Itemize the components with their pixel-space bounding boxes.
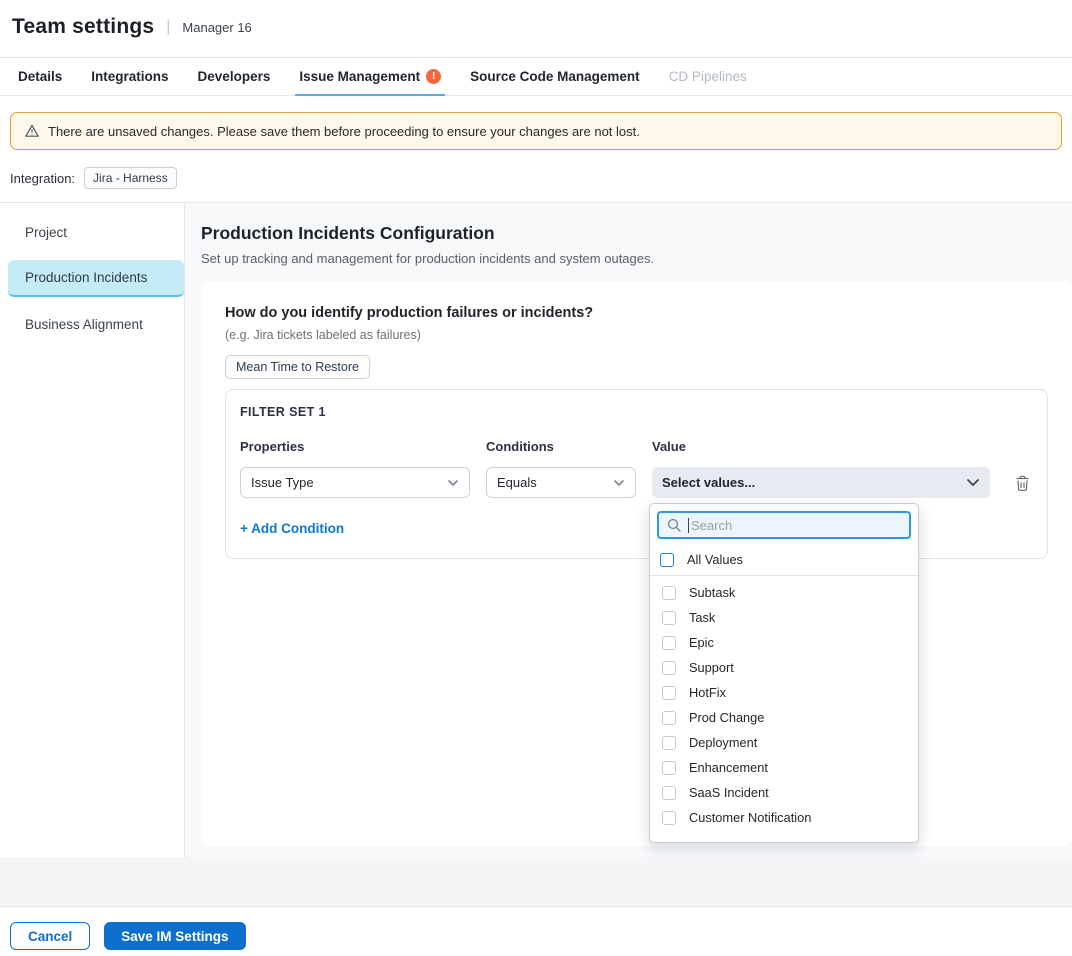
question-heading: How do you identify production failures … [225, 305, 1048, 321]
chevron-down-icon [966, 478, 980, 487]
banner-text: There are unsaved changes. Please save t… [48, 124, 640, 139]
checkbox[interactable] [662, 686, 676, 700]
filter-columns-header: Properties Conditions Value [240, 439, 1033, 454]
checkbox[interactable] [662, 786, 676, 800]
question-hint: (e.g. Jira tickets labeled as failures) [225, 328, 1048, 342]
section-subtitle: Set up tracking and management for produ… [201, 251, 1072, 266]
footer-spacer-band [0, 858, 1072, 907]
value-column-label: Value [652, 439, 990, 454]
add-condition-button[interactable]: + Add Condition [240, 521, 344, 536]
checkbox[interactable] [662, 636, 676, 650]
save-im-settings-button[interactable]: Save IM Settings [104, 922, 245, 950]
option-all-values[interactable]: All Values [650, 546, 918, 573]
dropdown-search[interactable] [657, 511, 911, 539]
properties-column-label: Properties [240, 439, 470, 454]
checkbox[interactable] [662, 811, 676, 825]
search-icon [667, 518, 681, 532]
chevron-down-icon [613, 479, 625, 487]
option-deployment[interactable]: Deployment [650, 730, 918, 755]
search-input[interactable] [691, 518, 891, 533]
option-saas-incident[interactable]: SaaS Incident [650, 780, 918, 805]
settings-sidebar: Project Production Incidents Business Al… [0, 203, 185, 858]
option-customer-notification[interactable]: Customer Notification [650, 805, 918, 830]
filter-set-card: FILTER SET 1 Properties Conditions Value… [225, 389, 1048, 559]
unsaved-changes-badge-icon: ! [426, 69, 441, 84]
condition-select[interactable]: Equals [486, 467, 636, 498]
text-caret [688, 518, 689, 533]
footer-actions: Cancel Save IM Settings [0, 907, 1072, 956]
filter-row: Issue Type Equals Select values... [240, 467, 1033, 498]
value-multiselect[interactable]: Select values... [652, 467, 990, 498]
filter-set-title: FILTER SET 1 [240, 405, 1033, 419]
option-subtask[interactable]: Subtask [650, 580, 918, 605]
option-prod-change[interactable]: Prod Change [650, 705, 918, 730]
incidents-config-card: How do you identify production failures … [201, 281, 1072, 846]
chevron-down-icon [447, 479, 459, 487]
main-panel: Production Incidents Configuration Set u… [185, 203, 1072, 858]
option-epic[interactable]: Epic [650, 630, 918, 655]
property-select[interactable]: Issue Type [240, 467, 470, 498]
value-dropdown-panel: All Values Subtask Task [649, 503, 919, 843]
tab-developers[interactable]: Developers [198, 58, 271, 95]
tab-cd-pipelines: CD Pipelines [669, 58, 747, 95]
title-divider: | [166, 18, 170, 36]
page-header: Team settings | Manager 16 [0, 0, 1072, 57]
team-name: Manager 16 [182, 20, 251, 35]
sidebar-item-production-incidents[interactable]: Production Incidents [8, 260, 184, 297]
tab-source-code-management[interactable]: Source Code Management [470, 58, 640, 95]
sidebar-item-business-alignment[interactable]: Business Alignment [0, 307, 184, 342]
conditions-column-label: Conditions [486, 439, 636, 454]
tab-integrations[interactable]: Integrations [91, 58, 168, 95]
integration-label: Integration: [10, 171, 75, 186]
tab-issue-management[interactable]: Issue Management ! [299, 58, 441, 95]
dropdown-divider [650, 575, 918, 576]
metric-tab-mean-time-to-restore[interactable]: Mean Time to Restore [225, 355, 370, 379]
delete-filter-button[interactable] [1012, 472, 1033, 494]
checkbox-all-values[interactable] [660, 553, 674, 567]
checkbox[interactable] [662, 736, 676, 750]
settings-tabbar: Details Integrations Developers Issue Ma… [0, 57, 1072, 96]
option-hotfix[interactable]: HotFix [650, 680, 918, 705]
page-title: Team settings [12, 15, 154, 39]
checkbox[interactable] [662, 611, 676, 625]
unsaved-changes-banner: There are unsaved changes. Please save t… [10, 112, 1062, 150]
option-enhancement[interactable]: Enhancement [650, 755, 918, 780]
sidebar-item-project[interactable]: Project [0, 215, 184, 250]
checkbox[interactable] [662, 711, 676, 725]
option-task[interactable]: Task [650, 605, 918, 630]
section-title: Production Incidents Configuration [201, 223, 1072, 244]
trash-icon [1014, 474, 1031, 492]
integration-row: Integration: Jira - Harness [0, 150, 1072, 202]
option-support[interactable]: Support [650, 655, 918, 680]
checkbox[interactable] [662, 586, 676, 600]
checkbox[interactable] [662, 761, 676, 775]
tab-details[interactable]: Details [18, 58, 62, 95]
checkbox[interactable] [662, 661, 676, 675]
cancel-button[interactable]: Cancel [10, 922, 90, 950]
warning-triangle-icon [24, 123, 40, 139]
integration-chip[interactable]: Jira - Harness [84, 167, 177, 189]
